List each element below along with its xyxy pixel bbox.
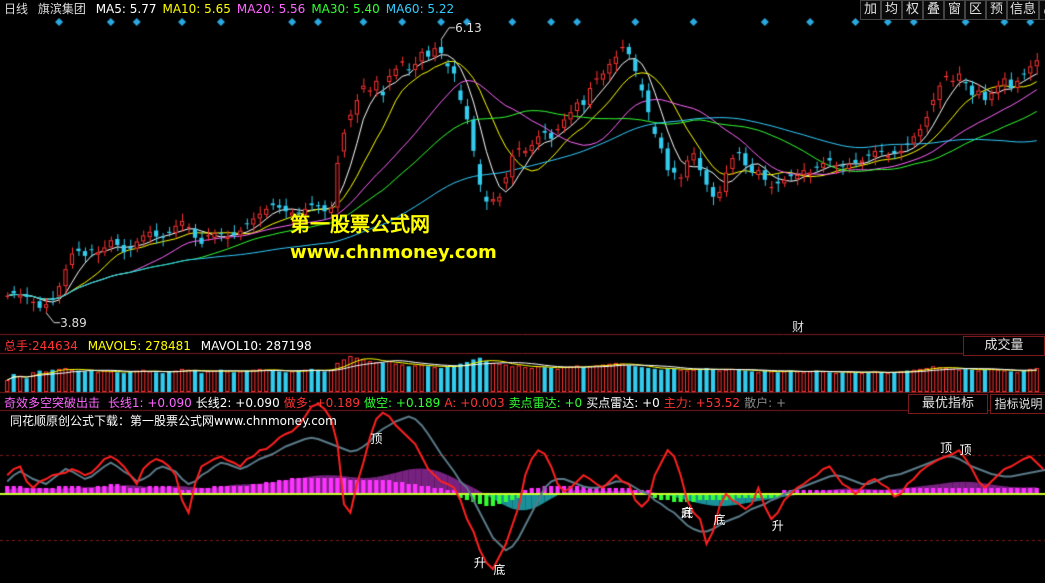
signal-label: 顶 [370,432,383,446]
mavol10-value: 287198 [265,339,312,353]
ma-item: MA20: 5.56 [236,2,306,16]
ma-item: MA5: 5.77 [95,2,157,16]
mavol10-label: MAVOL10: [200,339,263,353]
indicator-value-item: 卖点雷达: +0 [508,396,583,410]
indicator-header: 奇效多空突破出击 长线1: +0.090 长线2: +0.090 做多: +0.18… [4,394,790,412]
total-volume-label: 总手: [4,339,33,353]
signal-label: 升 [771,518,784,533]
toolbar-button[interactable]: 预 [986,0,1007,20]
watermark-title: 第一股票公式网 [290,212,430,236]
indicator-values: 长线1: +0.090 长线2: +0.090 做多: +0.189 做空: +0.1… [108,396,790,410]
indicator-value-item: 长线1: +0.090 [107,396,192,410]
high-price-label: 6.13 [455,20,482,35]
volume-header: 总手:244634 MAVOL5: 278481 MAVOL10: 287198 [4,337,318,355]
toolbar-button[interactable]: 区 [965,0,986,20]
ma-item: MA10: 5.65 [162,2,231,16]
toolbar-button[interactable]: 均 [881,0,902,20]
indicator-value-item: A: +0.003 [444,396,505,410]
expand-icon[interactable]: ⤢ [1039,0,1045,20]
watermark-url: www.chnmoney.com [290,242,497,263]
signal-label: 顶 [959,443,972,457]
toolbar-button[interactable]: 权 [902,0,923,20]
total-volume-value: 244634 [32,339,78,353]
ma-values: MA5: 5.77 MA10: 5.65 MA20: 5.56 MA30: 5.40 M… [96,2,460,16]
indicator-value-item: 买点雷达: +0 [586,396,660,410]
indicator-value-item: 主力: +53.52 [663,396,741,410]
low-price-label: 3.89 [60,315,87,330]
signal-label: 底 [493,562,506,577]
best-indicator-button[interactable]: 最优指标 [908,394,988,414]
indicator-name[interactable]: 奇效多空突破出击 [4,396,100,410]
signal-label: 底 [681,506,694,521]
period-label[interactable]: 日线 [4,2,28,16]
toolbar-button[interactable]: 窗 [944,0,965,20]
stock-name: 旗滨集团 [37,2,86,16]
volume-button[interactable]: 成交量 [963,336,1045,356]
toolbar-button[interactable]: 叠 [923,0,944,20]
indicator-value-item: 做多: +0.189 [283,396,361,410]
stock-chart-canvas[interactable] [0,0,1045,583]
indicator-value-item: 做空: +0.189 [364,396,441,410]
ma-item: MA60: 5.22 [385,2,455,16]
indicator-value-item: 长线2: +0.090 [195,396,280,410]
ma-item: MA30: 5.40 [311,2,380,16]
indicator-note: 同花顺原创公式下载：第一股票公式网www.chnmoney.com [10,414,337,428]
toolbar-button[interactable]: 加 [860,0,881,20]
toolbar-button[interactable]: 信息 [1007,0,1039,20]
mavol5-value: 278481 [145,339,191,353]
signal-label: 底 [713,512,726,527]
mavol5-label: MAVOL5: [87,339,142,353]
indicator-explain-button[interactable]: 指标说明 [990,394,1045,414]
financial-marker[interactable]: 财 [792,318,804,336]
signal-label: 顶 [940,440,953,455]
signal-label: 升 [473,556,486,571]
indicator-value-item: 散户: + [744,396,786,410]
price-header: 日线 旗滨集团 MA5: 5.77 MA10: 5.65 MA20: 5.56 MA3… [4,0,460,18]
